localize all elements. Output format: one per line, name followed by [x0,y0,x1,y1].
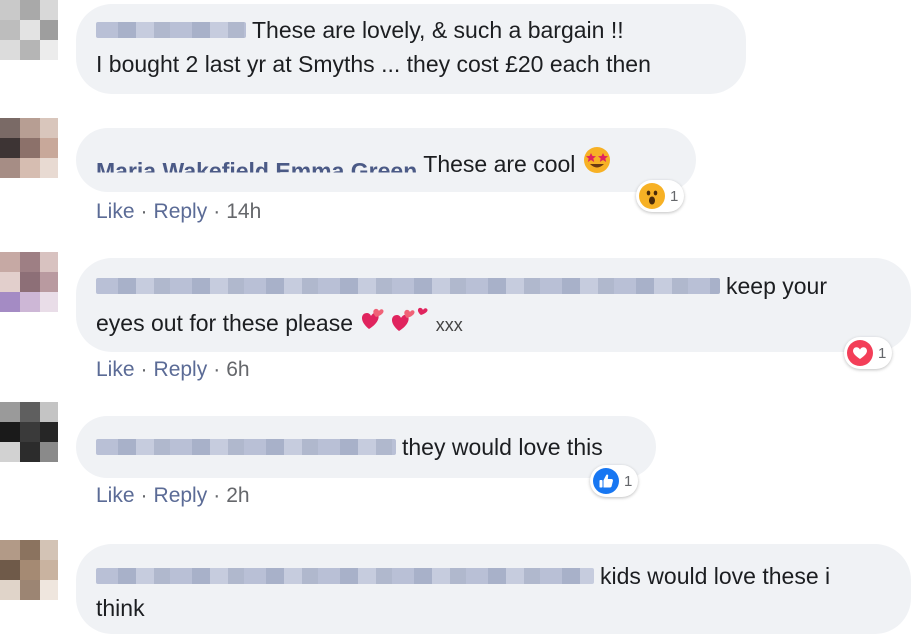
timestamp[interactable]: 14h [226,200,261,223]
reaction-count: 1 [624,472,633,490]
comment-text-line-1: These are lovely, & such a bargain !! [96,16,624,44]
reply-link[interactable]: Reply [154,200,208,223]
like-link[interactable]: Like [96,358,135,381]
star-struck-emoji-icon [582,145,612,181]
comment-text: Maria Wakefield Emma Green These are cool [96,145,612,184]
reaction-count: 1 [670,187,679,205]
avatar[interactable] [0,252,58,330]
redacted-author-name[interactable] [96,567,594,584]
like-thumb-icon [593,468,619,494]
comment-text-line-1: kids would love these i [96,562,830,590]
reply-link[interactable]: Reply [154,484,208,507]
comment-text-line-2: think [96,595,145,621]
comment-actions: Like · Reply · 2h [96,484,250,507]
timestamp[interactable]: 6h [226,358,249,381]
comment-actions: Like · Reply · 14h [96,200,262,223]
wow-emoji-icon [639,183,665,209]
avatar[interactable] [0,540,58,618]
reaction-summary[interactable]: 1 [636,180,685,212]
avatar[interactable] [0,402,58,480]
comment-text: they would love this [96,433,603,461]
reaction-summary[interactable]: 1 [590,465,639,497]
like-link[interactable]: Like [96,200,135,223]
redacted-mention[interactable] [96,277,720,294]
redacted-author-name[interactable] [96,438,396,455]
comment-text-line-2: I bought 2 last yr at Smyths ... they co… [96,51,651,77]
timestamp[interactable]: 2h [226,484,249,507]
hearts-emoji-icon [359,303,429,341]
reply-link[interactable]: Reply [154,358,208,381]
author-name-partial[interactable]: Maria Wakefield Emma Green [96,157,417,172]
comment-actions: Like · Reply · 6h [96,358,250,381]
avatar[interactable] [0,0,58,78]
reaction-count: 1 [878,344,887,362]
like-link[interactable]: Like [96,484,135,507]
redacted-author-name[interactable] [96,21,246,38]
comment-text-line-1: keep your [96,272,827,300]
avatar[interactable] [0,118,58,196]
comment-text-line-2: eyes out for these please xxx [96,306,463,344]
reaction-summary[interactable]: 1 [844,337,893,369]
love-heart-icon [847,340,873,366]
